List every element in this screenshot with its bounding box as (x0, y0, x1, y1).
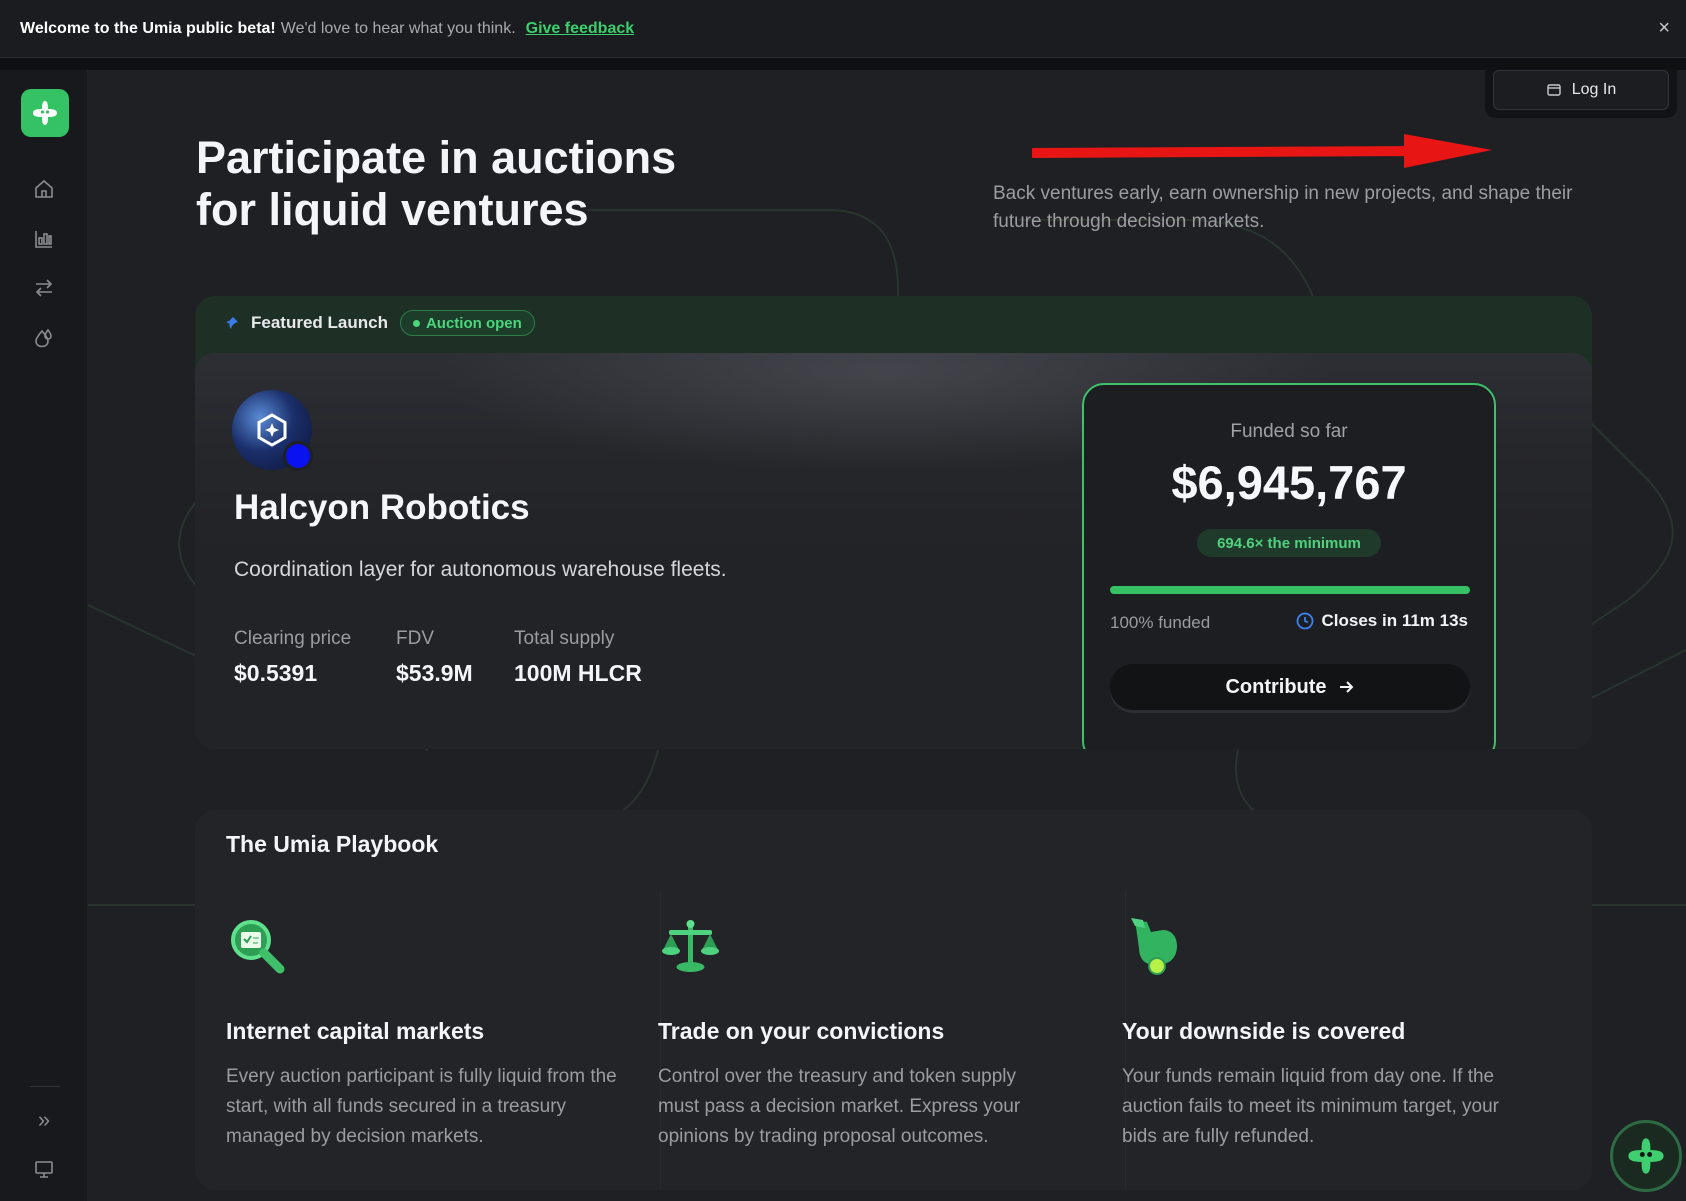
sidebar: » (0, 70, 88, 1201)
give-feedback-link[interactable]: Give feedback (526, 20, 635, 38)
featured-header: Featured Launch Auction open (225, 308, 535, 338)
umia-logo-icon[interactable] (21, 89, 69, 137)
project-description: Coordination layer for autonomous wareho… (234, 558, 727, 581)
expand-chevrons-icon[interactable]: » (30, 1106, 58, 1134)
funding-progress-fill (1110, 586, 1470, 594)
chain-badge-icon (283, 441, 313, 471)
status-badge: Auction open (399, 310, 535, 336)
magnifier-document-icon (231, 920, 285, 974)
playbook-item: Your downside is covered Your funds rema… (1091, 890, 1556, 1190)
stat-label: Clearing price (234, 628, 352, 649)
playbook-title: The Umia Playbook (226, 831, 439, 857)
login-label: Log In (1571, 81, 1617, 98)
beta-banner: Welcome to the Umia public beta! We'd lo… (0, 0, 1686, 58)
playbook-item-title: Trade on your convictions (658, 1018, 945, 1044)
pointing-hand-icon (1131, 918, 1177, 975)
playbook-item-text: Your funds remain liquid from day one. I… (1122, 1066, 1499, 1147)
balance-scale-icon (662, 920, 719, 972)
playbook-item-title: Your downside is covered (1122, 1018, 1406, 1044)
funding-panel: Funded so far $6,945,767 694.6× the mini… (1082, 383, 1496, 749)
hero-title-line1: Participate in auctions (196, 132, 677, 183)
playbook-item: Trade on your convictions Control over t… (627, 890, 1092, 1190)
hexagon-logo-icon (257, 413, 287, 447)
project-name: Halcyon Robotics (234, 488, 530, 527)
funded-so-far-label: Funded so far (1230, 421, 1348, 442)
markets-chart-icon[interactable] (30, 225, 58, 253)
home-icon[interactable] (30, 175, 58, 203)
arrow-right-icon (1339, 681, 1353, 693)
stat-clearing-price: Clearing price $0.5391 (234, 628, 351, 687)
stat-fdv: FDV $53.9M (396, 628, 473, 687)
login-wrapper: Log In (1485, 70, 1677, 118)
playbook-item-text: Every auction participant is fully liqui… (226, 1066, 617, 1147)
minimum-multiple-badge: 694.6× the minimum (1197, 529, 1381, 557)
hero-subtitle: Back ventures early, earn ownership in n… (993, 183, 1573, 232)
funding-progress-bar (1110, 586, 1470, 594)
monitor-icon[interactable] (30, 1155, 58, 1183)
status-text: Auction open (425, 314, 522, 332)
annotation-arrow-icon (1032, 134, 1492, 168)
featured-launch-card: Featured Launch Auction open Halcyon Rob… (195, 296, 1592, 749)
closes-text: Closes in 11m 13s (1321, 611, 1468, 630)
hero-title-line2: for liquid ventures (196, 184, 589, 235)
funded-amount: $6,945,767 (1171, 456, 1407, 509)
drops-icon[interactable] (30, 324, 58, 352)
hero-title: Participate in auctions for liquid ventu… (196, 132, 756, 236)
banner-welcome: Welcome to the Umia public beta! (20, 19, 276, 37)
contribute-button[interactable]: Contribute (1110, 664, 1470, 710)
assistant-fab-button[interactable] (1610, 1120, 1682, 1192)
close-icon[interactable]: × (1658, 18, 1670, 38)
stat-label: FDV (396, 628, 434, 649)
playbook-item-text: Control over the treasury and token supp… (658, 1066, 1021, 1147)
sidebar-divider (30, 1086, 60, 1087)
umia-mascot-icon (1628, 1138, 1664, 1174)
featured-body[interactable]: Halcyon Robotics Coordination layer for … (195, 353, 1592, 749)
login-button[interactable]: Log In (1493, 70, 1669, 110)
stat-total-supply: Total supply 100M HLCR (514, 628, 642, 687)
featured-label: Featured Launch (251, 313, 388, 332)
stat-value: 100M HLCR (514, 660, 642, 686)
pin-icon (226, 317, 238, 329)
wallet-icon (1547, 84, 1561, 96)
playbook-item: Internet capital markets Every auction p… (195, 890, 660, 1190)
stat-value: $0.5391 (234, 660, 318, 686)
playbook-item-title: Internet capital markets (226, 1018, 485, 1044)
clock-icon (1296, 612, 1313, 630)
main-content: Log In Participate in auctions for liqui… (88, 70, 1686, 1201)
closes-countdown: Closes in 11m 13s (1296, 611, 1468, 631)
stat-value: $53.9M (396, 660, 473, 686)
playbook-section: The Umia Playbook Internet capital marke… (195, 810, 1592, 1190)
stat-label: Total supply (514, 628, 615, 649)
banner-message: We'd love to hear what you think. (280, 19, 516, 37)
status-dot-icon (412, 319, 420, 327)
funded-percent: 100% funded (1110, 613, 1211, 632)
swap-arrows-icon[interactable] (30, 274, 58, 302)
contribute-label: Contribute (1225, 675, 1327, 698)
